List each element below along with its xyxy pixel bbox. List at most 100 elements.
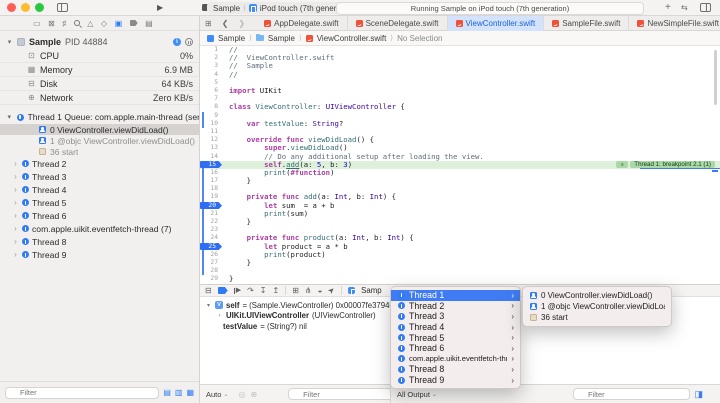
code-line[interactable]: 3// Sample: [200, 62, 720, 70]
disclosure-icon[interactable]: ›: [12, 185, 19, 194]
disclosure-icon[interactable]: ›: [216, 313, 223, 319]
menu-item-thread-5[interactable]: Thread 5 ›: [391, 332, 520, 343]
stack-frame-row[interactable]: 36 start: [0, 146, 199, 157]
breadcrumb-selection[interactable]: No Selection: [397, 34, 442, 43]
console-output-selector[interactable]: All Output ⌄: [397, 390, 437, 399]
disclosure-icon[interactable]: ▾: [205, 302, 212, 309]
step-over-icon[interactable]: ↷: [247, 286, 254, 295]
thread-row[interactable]: › Thread 8: [0, 235, 199, 248]
thread-1-row[interactable]: ▾ Thread 1 Queue: com.apple.main-thread …: [0, 110, 200, 124]
breadcrumb-file[interactable]: ViewController.swift: [317, 34, 387, 43]
stack-frame-row[interactable]: 1 @objc ViewController.viewDidLoad(): [0, 135, 199, 146]
line-number[interactable]: 1: [200, 46, 222, 54]
disclosure-icon[interactable]: ▾: [6, 113, 13, 121]
code-line[interactable]: 28: [200, 267, 720, 276]
line-number[interactable]: 5: [200, 79, 222, 87]
project-navigator-icon[interactable]: ▭: [33, 19, 41, 28]
variables-filter-input[interactable]: [288, 388, 406, 400]
minimize-window-button[interactable]: [21, 3, 30, 12]
thread-row[interactable]: › Thread 6: [0, 209, 199, 222]
thread-row[interactable]: › Thread 5: [0, 196, 199, 209]
hide-debug-area-icon[interactable]: ⊟: [205, 286, 212, 295]
code-area[interactable]: 1 // 2// ViewController.swift 3// Sample 4 //…: [200, 46, 720, 284]
code-line[interactable]: 4 //: [200, 70, 720, 79]
code-line[interactable]: 27 }: [200, 258, 720, 268]
submenu-item-frame-1[interactable]: 1 @objc ViewController.viewDidLoad(): [523, 301, 671, 312]
line-number[interactable]: 13: [200, 144, 222, 152]
test-navigator-icon[interactable]: ◇: [101, 19, 107, 28]
menu-item-thread-3[interactable]: Thread 3 ›: [391, 311, 520, 322]
run-button[interactable]: ▶: [157, 3, 163, 13]
thread-view-mode-3-icon[interactable]: ▦: [186, 388, 194, 397]
gauge-network[interactable]: ⊕ Network Zero KB/s: [0, 91, 199, 105]
code-line[interactable]: 16 print(#function): [200, 168, 720, 177]
toggle-console-pane-icon[interactable]: ◨: [694, 389, 703, 400]
continue-icon[interactable]: ▶: [233, 286, 241, 295]
environment-overrides-icon[interactable]: ◒: [318, 286, 323, 295]
line-number[interactable]: 4: [200, 71, 222, 79]
tab-newsimplefile[interactable]: NewSimpleFile.swift: [629, 16, 720, 31]
source-control-navigator-icon[interactable]: ⊠: [48, 19, 55, 28]
breakpoints-toggle-icon[interactable]: [217, 287, 228, 294]
variable-row[interactable]: › UIKit.UIViewController (UIViewControll…: [200, 311, 390, 322]
debug-view-hierarchy-icon[interactable]: ⊞: [292, 286, 299, 295]
pause-process-icon[interactable]: [185, 38, 193, 46]
variable-row[interactable]: testValue = (String?) nil: [200, 321, 390, 332]
info-icon[interactable]: i: [173, 38, 181, 46]
gauge-disk[interactable]: ⊟ Disk 64 KB/s: [0, 77, 199, 91]
thread-row[interactable]: › com.apple.uikit.eventfetch-thread (7): [0, 222, 199, 235]
code-line[interactable]: 29}: [200, 275, 720, 283]
tab-viewcontroller[interactable]: ViewController.swift: [447, 15, 545, 31]
submenu-item-frame-0[interactable]: 0 ViewController.viewDidLoad(): [523, 290, 671, 301]
menu-item-thread-1[interactable]: Thread 1 ›: [391, 290, 520, 301]
breadcrumb-project[interactable]: Sample: [218, 34, 245, 43]
thread-row[interactable]: › Thread 4: [0, 183, 199, 196]
scheme-name[interactable]: Sample: [213, 4, 240, 13]
disclosure-icon[interactable]: ›: [12, 250, 19, 259]
line-number[interactable]: 29: [200, 275, 222, 283]
flag-icon[interactable]: ◎: [238, 390, 245, 399]
line-number[interactable]: 8: [200, 103, 222, 111]
line-number[interactable]: 2: [200, 54, 222, 62]
zoom-window-button[interactable]: [35, 3, 44, 12]
simulate-location-icon[interactable]: ➤: [326, 285, 337, 296]
tab-samplefile[interactable]: SampleFile.swift: [544, 15, 630, 31]
breadcrumb-group[interactable]: Sample: [268, 34, 295, 43]
back-icon[interactable]: ❮: [217, 19, 234, 28]
disclosure-icon[interactable]: ›: [12, 211, 19, 220]
gauge-cpu[interactable]: ⊡ CPU 0%: [0, 49, 199, 63]
disclosure-icon[interactable]: ›: [12, 198, 19, 207]
find-navigator-icon[interactable]: [73, 20, 80, 26]
variables-scope-selector[interactable]: Auto ⌄: [206, 390, 228, 399]
code-line[interactable]: 2// ViewController.swift: [200, 54, 720, 62]
editor-scrollbar[interactable]: [714, 50, 717, 105]
code-line[interactable]: 26 print(product): [200, 250, 720, 259]
info-circle-icon[interactable]: ⊕: [250, 390, 257, 399]
stack-frame-row[interactable]: 0 ViewController.viewDidLoad(): [0, 124, 199, 135]
process-row[interactable]: ▾ Sample PID 44884 i: [0, 35, 199, 49]
gauge-memory[interactable]: ▦ Memory 6.9 MB: [0, 63, 199, 77]
disclosure-icon[interactable]: ›: [12, 159, 19, 168]
thread-row[interactable]: › Thread 9: [0, 248, 199, 261]
menu-item-thread-6[interactable]: Thread 6 ›: [391, 343, 520, 354]
toggle-inspector-icon[interactable]: [700, 3, 711, 12]
disclosure-icon[interactable]: ›: [12, 237, 19, 246]
toggle-navigator-icon[interactable]: [57, 3, 68, 12]
code-line[interactable]: 21 print(sum): [200, 209, 720, 218]
step-into-icon[interactable]: ↧: [260, 286, 267, 295]
menu-item-eventfetch-thread[interactable]: com.apple.uikit.eventfetch-thread (7) ›: [391, 354, 520, 365]
line-number[interactable]: 14: [200, 153, 222, 161]
code-line[interactable]: 6 import UIKit: [200, 87, 720, 95]
menu-item-thread-2[interactable]: Thread 2 ›: [391, 301, 520, 312]
breakpoint-indicator[interactable]: 20: [200, 201, 222, 210]
menu-item-thread-8[interactable]: Thread 8 ›: [391, 364, 520, 375]
related-items-icon[interactable]: ⊞: [200, 19, 217, 28]
code-line[interactable]: 8 class ViewController: UIViewController …: [200, 103, 720, 111]
thread-row[interactable]: › Thread 3: [0, 170, 199, 183]
tab-scenedelegate[interactable]: SceneDelegate.swift: [348, 15, 448, 31]
step-out-icon[interactable]: ↥: [273, 286, 280, 295]
thread-row[interactable]: › Thread 2: [0, 157, 199, 170]
code-line[interactable]: 10 var testValue: String?: [200, 119, 720, 128]
debug-navigator-icon[interactable]: ▣: [115, 19, 123, 28]
thread-view-mode-2-icon[interactable]: ▥: [175, 388, 183, 397]
